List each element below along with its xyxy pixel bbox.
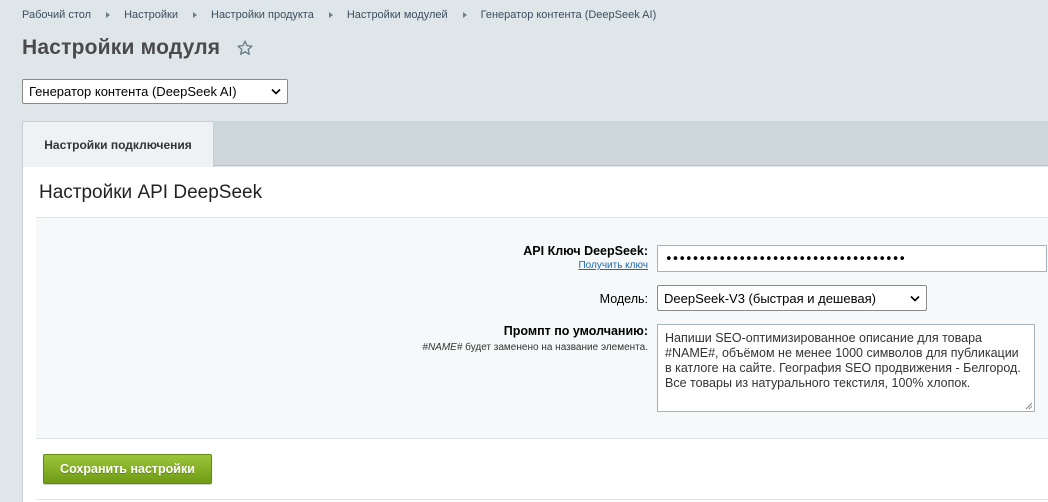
module-select[interactable]: Генератор контента (DeepSeek AI) (22, 79, 288, 104)
chevron-down-icon (271, 88, 281, 95)
breadcrumb-arrow-icon (106, 12, 111, 18)
model-select-value: DeepSeek-V3 (быстрая и дешевая) (664, 290, 876, 306)
breadcrumb: Рабочий стол Настройки Настройки продукт… (22, 9, 656, 21)
tabs-bar: Настройки подключения (22, 121, 1048, 167)
model-label: Модель: (599, 292, 648, 306)
get-key-link[interactable]: Получить ключ (578, 260, 648, 271)
prompt-hint-text: будет заменено на название элемента. (462, 342, 648, 353)
api-key-label: API Ключ DeepSeek: (523, 244, 648, 258)
bottom-divider (36, 499, 1048, 500)
page-title: Настройки модуля (22, 36, 221, 59)
prompt-textarea[interactable]: Напиши SEO-оптимизированное описание для… (657, 324, 1035, 412)
form-area: API Ключ DeepSeek: Получить ключ •••••••… (36, 217, 1048, 439)
section-title: Настройки API DeepSeek (39, 182, 263, 203)
save-settings-button[interactable]: Сохранить настройки (43, 454, 212, 484)
title-row: Настройки модуля (22, 36, 254, 60)
resize-grip-icon[interactable] (1025, 402, 1033, 410)
breadcrumb-desktop[interactable]: Рабочий стол (22, 9, 91, 21)
prompt-hint-code: #NAME# (422, 342, 463, 353)
breadcrumb-arrow-icon (328, 12, 333, 18)
prompt-text: Напиши SEO-оптимизированное описание для… (665, 331, 1021, 390)
prompt-hint: #NAME# будет заменено на название элемен… (422, 342, 648, 353)
chevron-down-icon (910, 295, 920, 302)
module-select-value: Генератор контента (DeepSeek AI) (29, 84, 237, 99)
breadcrumb-product-settings[interactable]: Настройки продукта (211, 9, 314, 21)
tab-connection-settings[interactable]: Настройки подключения (22, 121, 214, 167)
star-icon[interactable] (236, 39, 254, 57)
breadcrumb-module-settings[interactable]: Настройки модулей (347, 9, 448, 21)
model-select[interactable]: DeepSeek-V3 (быстрая и дешевая) (657, 285, 927, 311)
prompt-label: Промпт по умолчанию: (503, 324, 648, 338)
tab-label: Настройки подключения (44, 137, 192, 152)
breadcrumb-arrow-icon (193, 12, 197, 18)
breadcrumb-current-module[interactable]: Генератор контента (DeepSeek AI) (481, 9, 657, 21)
api-key-input[interactable]: •••••••••••••••••••••••••••••••••••• (657, 245, 1047, 272)
settings-panel: Настройки API DeepSeek API Ключ DeepSeek… (22, 167, 1048, 502)
breadcrumb-settings[interactable]: Настройки (124, 9, 178, 21)
breadcrumb-arrow-icon (462, 12, 467, 18)
